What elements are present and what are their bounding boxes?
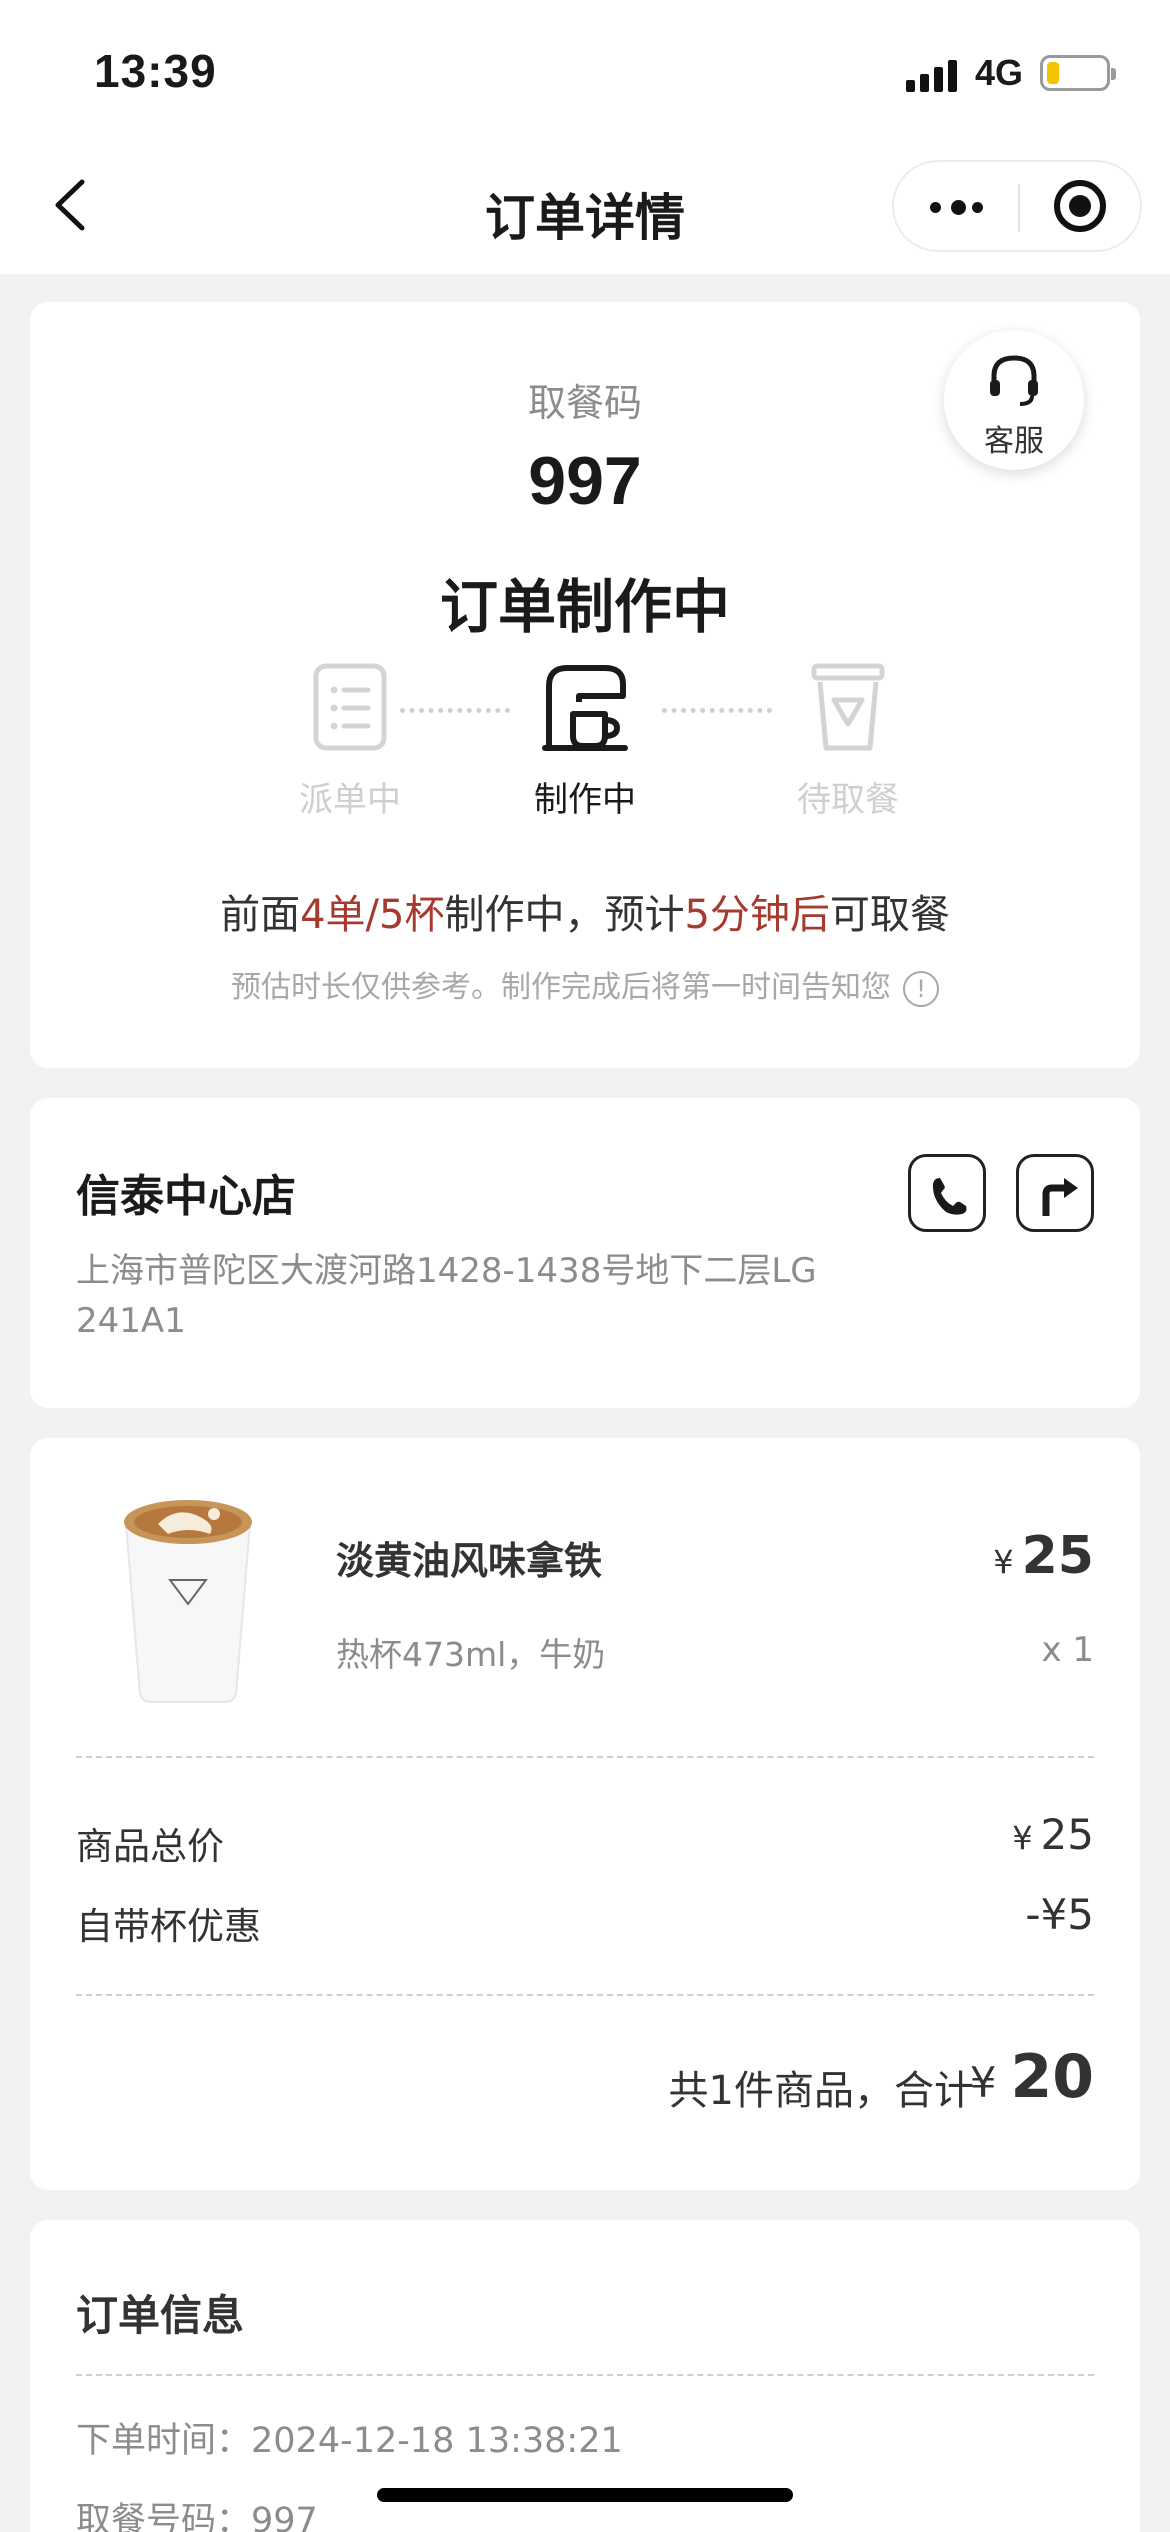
progress-middle: 制作中，预计 [444,892,685,938]
order-time-label: 下单时间： [76,2421,252,2461]
subtotal-amount: 25 [1040,1810,1094,1859]
step-connector [400,708,510,713]
eta-time: 5分钟后 [684,892,830,938]
step-label: 待取餐 [797,780,899,820]
currency-symbol: ¥ [1012,1819,1033,1857]
store-card: 信泰中心店 上海市普陀区大渡河路1428-1438号地下二层LG 241A1 [30,1098,1140,1408]
goods-price: ¥25 [993,1526,1094,1586]
estimate-note: 预估时长仅供参考。制作完成后将第一时间告知您! [30,962,1140,1007]
pickup-number-label: 取餐号码： [76,2501,252,2532]
order-time-row: 下单时间：2024-12-18 13:38:21 [76,2412,623,2463]
network-type: 4G [975,52,1024,93]
currency-symbol: ¥ [993,1543,1014,1581]
navigate-button[interactable] [1016,1154,1094,1232]
total-amount: 20 [1010,2042,1095,2112]
headset-icon [990,355,1038,406]
order-info-card: 订单信息 下单时间：2024-12-18 13:38:21 取餐号码：997 [30,2220,1140,2532]
goods-quantity: x 1 [1041,1630,1094,1670]
goods-name: 淡黄油风味拿铁 [336,1539,603,1583]
discount-label: 自带杯优惠 [76,1905,261,1948]
status-bar: 13:39 4G [0,0,1170,140]
directions-icon [1042,1178,1078,1216]
progress-prefix: 前面 [220,892,301,938]
currency-symbol: ¥ [969,2058,997,2107]
order-info-title: 订单信息 [76,2291,245,2340]
status-time: 13:39 [94,45,217,97]
nav-bar: 订单详情 [0,140,1170,274]
signal-icon [906,58,958,92]
step-label: 派单中 [299,780,401,820]
service-label: 客服 [984,424,1044,459]
info-icon[interactable]: ! [903,970,939,1007]
discount-value: -¥5 [1025,1890,1094,1939]
call-store-button[interactable] [908,1154,986,1232]
pickup-number-row: 取餐号码：997 [76,2492,318,2532]
cup-icon [811,663,885,751]
step-dispatching: 派单中 [270,662,430,821]
divider [76,1994,1094,1996]
more-button[interactable] [894,162,1018,250]
coffee-machine-icon [542,665,628,751]
total-label: 共1件商品，合计 [668,2068,974,2114]
latte-product-image [124,1500,252,1703]
step-making: 制作中 [505,662,665,821]
estimate-note-text: 预估时长仅供参考。制作完成后将第一时间告知您 [231,970,891,1005]
phone-icon [932,1178,967,1215]
progress-suffix: 可取餐 [829,892,950,938]
customer-service-button[interactable]: 客服 [944,330,1084,470]
goods-spec: 热杯473ml，牛奶 [336,1635,606,1674]
progress-text: 前面4单/5杯制作中，预计5分钟后可取餐 [30,882,1140,940]
order-status-title: 订单制作中 [439,573,730,641]
store-address: 上海市普陀区大渡河路1428-1438号地下二层LG 241A1 [76,1251,817,1341]
clipboard-icon [313,663,387,751]
step-ready: 待取餐 [768,662,928,821]
step-label: 制作中 [534,780,636,820]
mini-program-capsule [892,160,1142,252]
battery-icon [1040,55,1116,91]
divider [76,1756,1094,1758]
home-indicator [377,2488,793,2502]
goods-price-value: 25 [1021,1526,1094,1586]
store-name: 信泰中心店 [76,1171,296,1222]
subtotal-label: 商品总价 [76,1825,224,1868]
queue-count: 4单/5杯 [300,892,445,938]
subtotal-value: ¥25 [1012,1810,1094,1859]
pickup-number: 997 [251,2501,318,2532]
step-connector [662,708,772,713]
order-time: 2024-12-18 13:38:21 [251,2421,623,2461]
close-mini-program-button[interactable] [1020,162,1140,250]
divider [76,2374,1094,2376]
total-value: ¥20 [970,2042,1094,2112]
goods-card: 淡黄油风味拿铁 热杯473ml，牛奶 ¥25 x 1 商品总价 ¥25 自带杯优… [30,1438,1140,2190]
